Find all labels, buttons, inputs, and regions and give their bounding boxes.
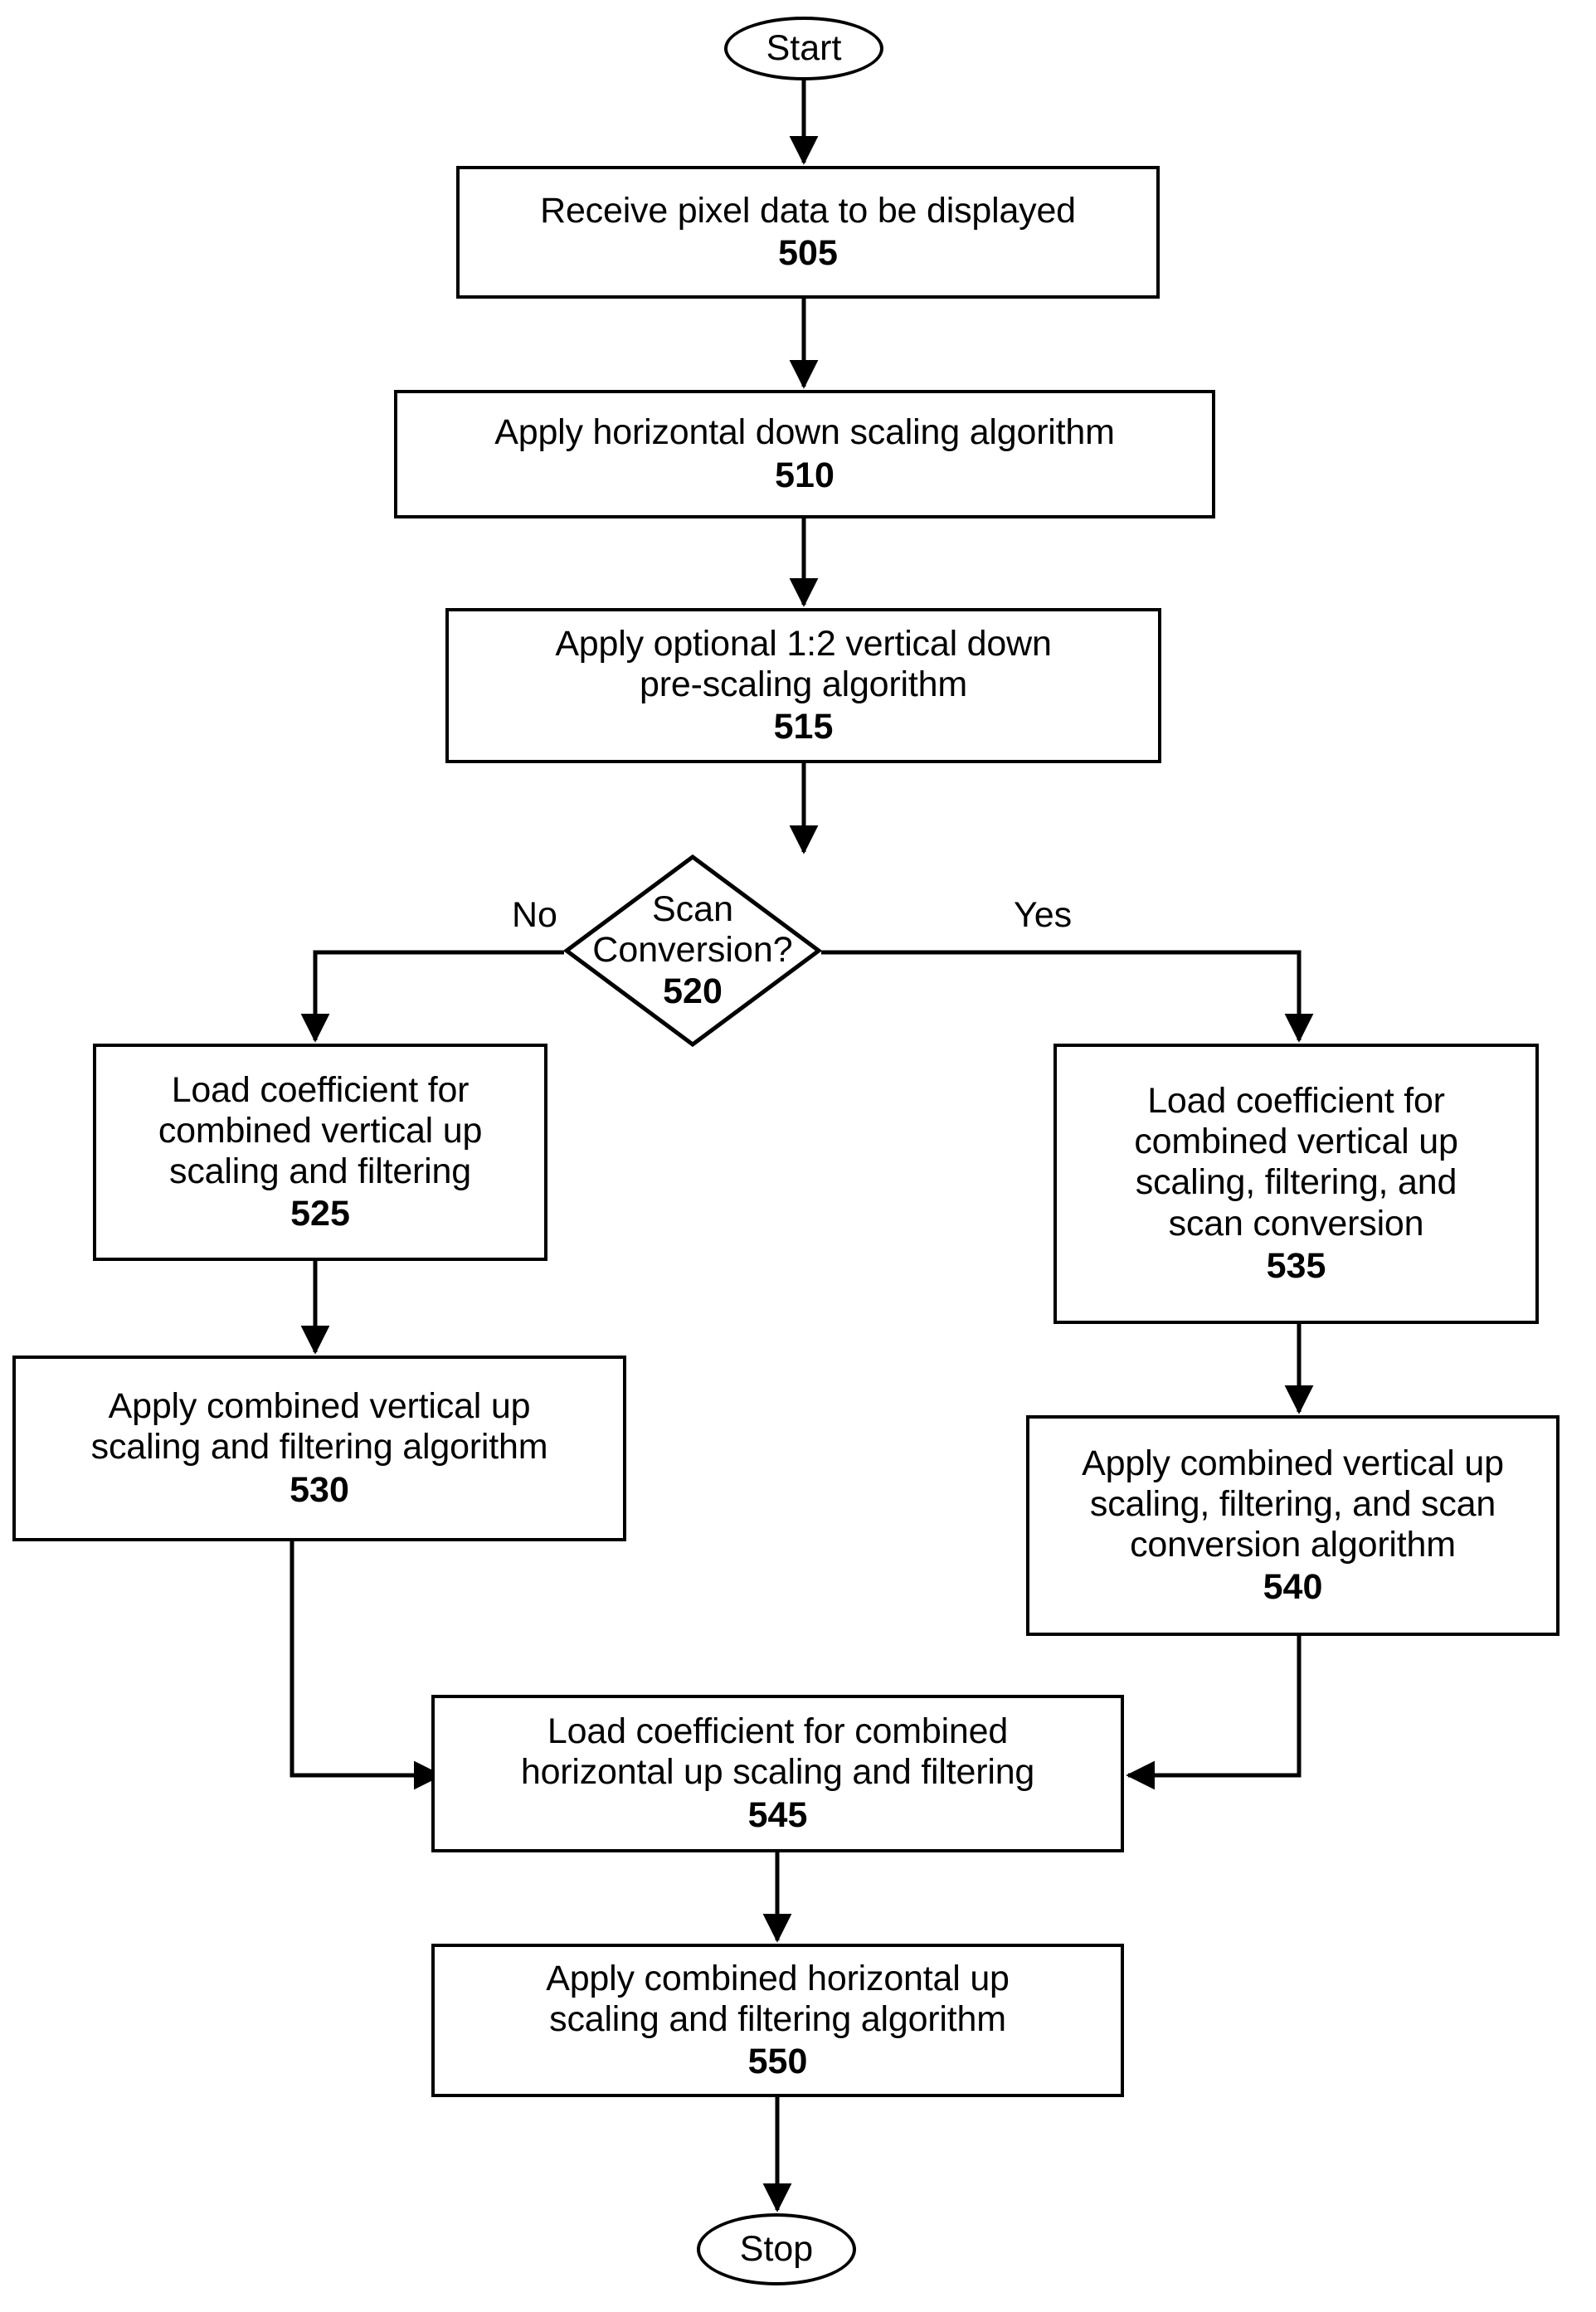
node-510[interactable]: Apply horizontal down scaling algorithm …	[394, 390, 1215, 518]
node-530-ref: 530	[290, 1469, 349, 1510]
node-515-ref: 515	[773, 707, 834, 747]
node-515[interactable]: Apply optional 1:2 vertical down pre-sca…	[445, 608, 1161, 763]
node-515-text: Apply optional 1:2 vertical down pre-sca…	[555, 623, 1052, 704]
edge-520-yes-to-535	[821, 950, 1314, 1043]
node-stop[interactable]: Stop	[697, 2213, 856, 2285]
node-545[interactable]: Load coefficient for combined horizontal…	[431, 1695, 1124, 1852]
node-540[interactable]: Apply combined vertical up scaling, filt…	[1026, 1415, 1560, 1636]
flowchart-canvas: Start Receive pixel data to be displayed…	[0, 0, 1596, 2312]
node-545-ref: 545	[747, 1794, 808, 1835]
node-540-text: Apply combined vertical up scaling, filt…	[1082, 1443, 1504, 1565]
node-510-ref: 510	[775, 455, 834, 495]
branch-label-no: No	[512, 895, 557, 935]
node-550-ref: 550	[747, 2042, 808, 2081]
edge-530-to-545	[290, 1541, 443, 1790]
node-start[interactable]: Start	[724, 17, 883, 80]
node-535-ref: 535	[1266, 1245, 1326, 1286]
node-530-text: Apply combined vertical up scaling and f…	[90, 1386, 548, 1468]
node-520-ref: 520	[663, 971, 723, 1011]
node-540-ref: 540	[1263, 1567, 1323, 1608]
node-520[interactable]: Scan Conversion? 520	[564, 854, 821, 1047]
node-525[interactable]: Load coefficient for combined vertical u…	[93, 1044, 547, 1261]
branch-label-yes: Yes	[1014, 895, 1073, 935]
node-510-text: Apply horizontal down scaling algorithm	[494, 412, 1115, 453]
node-505[interactable]: Receive pixel data to be displayed 505	[456, 166, 1160, 299]
node-505-ref: 505	[778, 233, 838, 273]
node-505-text: Receive pixel data to be displayed	[540, 190, 1076, 231]
node-535-text: Load coefficient for combined vertical u…	[1134, 1081, 1458, 1244]
node-525-ref: 525	[290, 1194, 350, 1234]
node-520-text: Scan Conversion?	[592, 889, 793, 971]
edge-540-to-545	[1126, 1636, 1302, 1790]
node-535[interactable]: Load coefficient for combined vertical u…	[1053, 1044, 1539, 1324]
node-545-text: Load coefficient for combined horizontal…	[520, 1711, 1035, 1793]
edge-520-no-to-525	[300, 950, 564, 1043]
node-525-text: Load coefficient for combined vertical u…	[158, 1069, 483, 1191]
node-550[interactable]: Apply combined horizontal up scaling and…	[431, 1944, 1124, 2097]
node-start-label: Start	[766, 28, 842, 68]
node-530[interactable]: Apply combined vertical up scaling and f…	[12, 1356, 626, 1541]
node-550-text: Apply combined horizontal up scaling and…	[546, 1958, 1010, 2039]
node-stop-label: Stop	[739, 2229, 814, 2269]
